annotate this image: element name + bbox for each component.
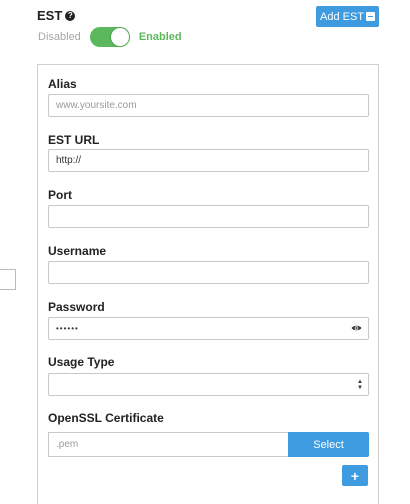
select-certificate-button[interactable]: Select — [288, 432, 369, 457]
enabled-toggle-row: Disabled Enabled — [38, 27, 182, 47]
usage-type-select[interactable]: ▲ ▼ — [48, 373, 369, 396]
openssl-certificate-label: OpenSSL Certificate — [48, 411, 164, 425]
select-arrows-icon: ▲ ▼ — [357, 379, 363, 391]
openssl-certificate-input[interactable]: .pem — [48, 432, 288, 457]
toggle-knob — [110, 28, 129, 46]
username-input[interactable] — [48, 261, 369, 284]
enabled-toggle-switch[interactable] — [89, 27, 130, 47]
password-label: Password — [48, 300, 105, 314]
username-label: Username — [48, 244, 107, 258]
toggle-disabled-label: Disabled — [38, 31, 81, 43]
est-config-panel: Alias www.yoursite.com EST URL http:// P… — [37, 64, 379, 504]
est-url-input[interactable]: http:// — [48, 149, 369, 172]
alias-placeholder: www.yoursite.com — [56, 100, 137, 111]
est-title-text: EST — [37, 8, 63, 23]
est-url-label: EST URL — [48, 133, 100, 147]
alias-input[interactable]: www.yoursite.com — [48, 94, 369, 117]
est-section-title: EST ? — [37, 8, 76, 23]
plus-icon: + — [350, 467, 360, 484]
toggle-enabled-label: Enabled — [138, 31, 182, 43]
port-input[interactable] — [48, 205, 369, 228]
add-row-button[interactable]: + — [342, 465, 368, 486]
select-button-label: Select — [313, 438, 344, 451]
add-est-button-label: Add EST — [319, 10, 365, 23]
question-circle-icon[interactable]: ? — [65, 10, 76, 21]
eye-icon[interactable] — [351, 324, 362, 332]
password-masked-value: •••••• — [56, 324, 79, 333]
alias-label: Alias — [48, 77, 77, 91]
password-input[interactable]: •••••• — [48, 317, 369, 340]
add-est-button[interactable]: Add EST — [316, 6, 379, 27]
left-edge-element[interactable] — [0, 269, 16, 290]
openssl-certificate-file-row: .pem Select — [48, 432, 369, 457]
minus-square-icon — [366, 12, 376, 21]
port-label: Port — [48, 188, 72, 202]
usage-type-label: Usage Type — [48, 355, 115, 369]
est-url-value: http:// — [56, 155, 82, 166]
openssl-certificate-placeholder: .pem — [56, 439, 79, 450]
